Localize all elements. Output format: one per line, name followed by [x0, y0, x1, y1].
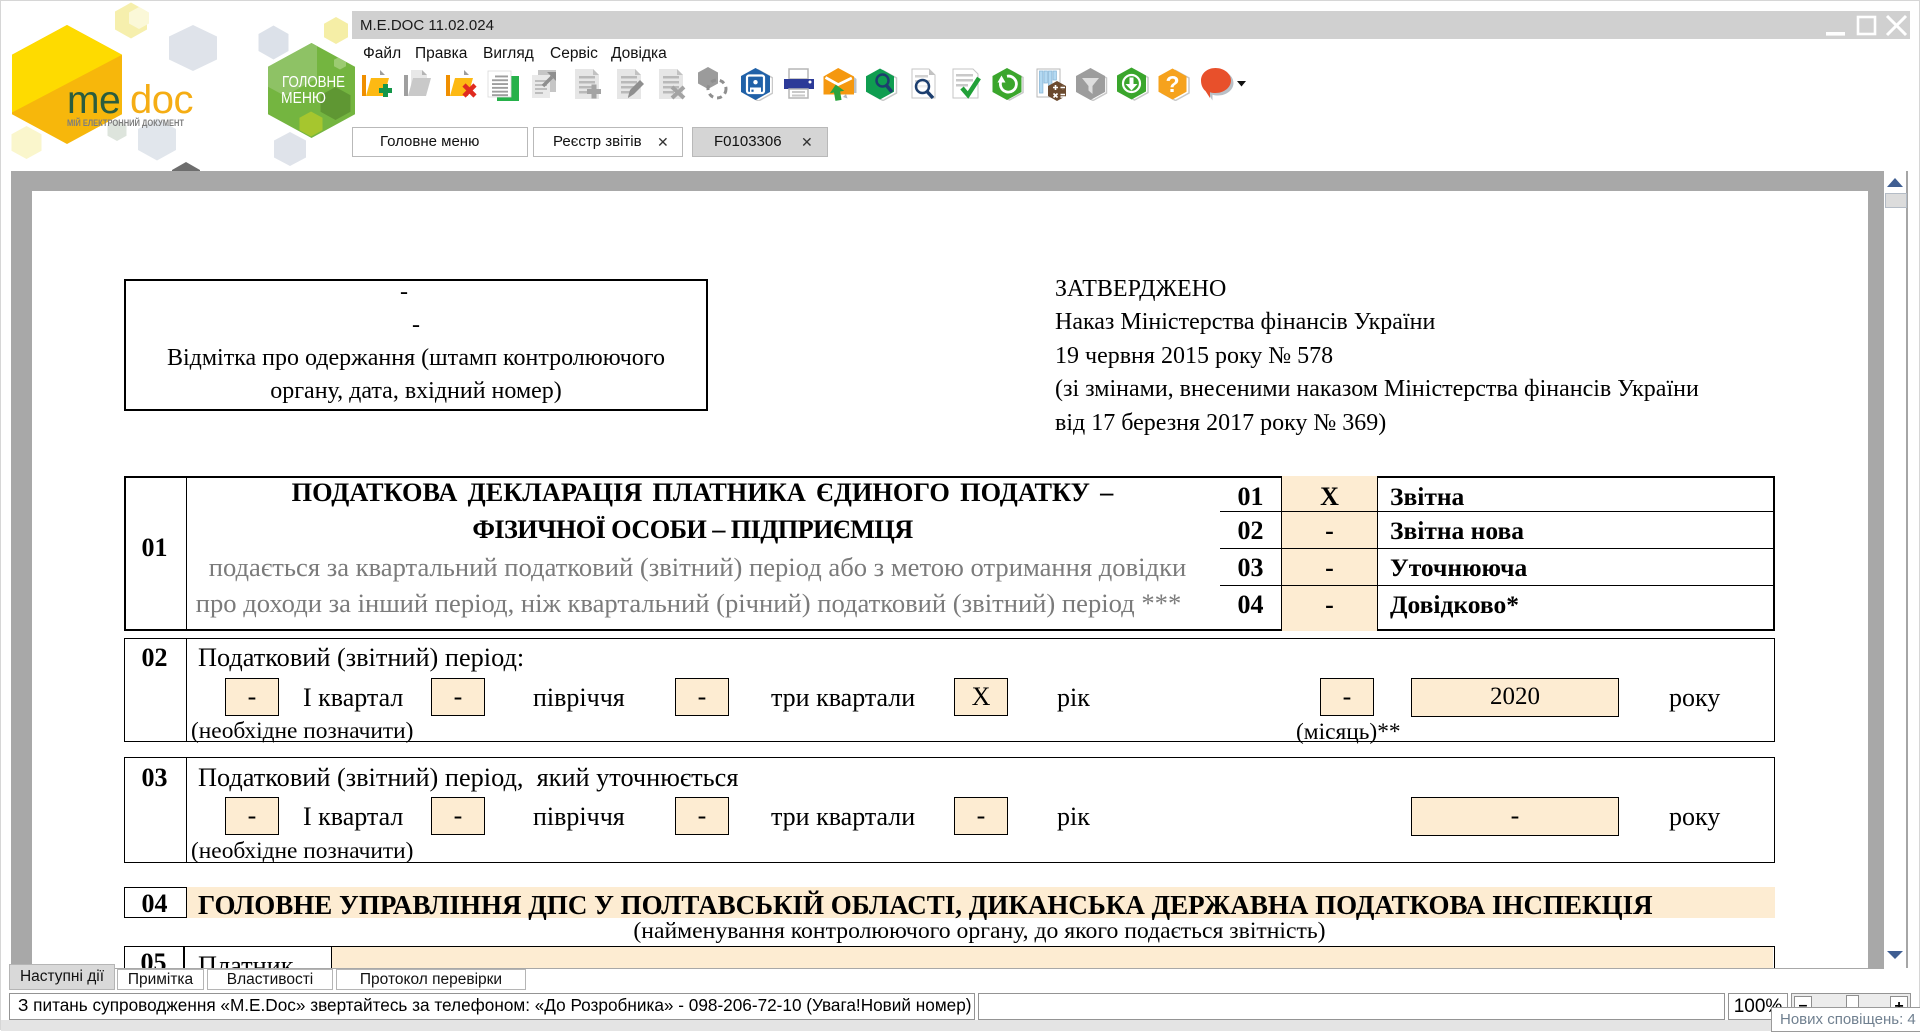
svg-text:doc: doc: [130, 78, 193, 122]
svg-text:?: ?: [1165, 71, 1179, 97]
svg-text:me: me: [67, 79, 120, 122]
svg-text:МЕНЮ: МЕНЮ: [281, 90, 326, 107]
svg-text:МІЙ ЕЛЕКТРОННИЙ ДОКУМЕНТ: МІЙ ЕЛЕКТРОННИЙ ДОКУМЕНТ: [67, 117, 184, 129]
svg-text:ГОЛОВНЕ: ГОЛОВНЕ: [282, 74, 345, 91]
